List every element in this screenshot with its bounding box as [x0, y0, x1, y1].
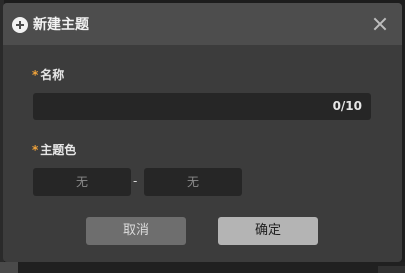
backdrop-corner-left: [0, 262, 18, 273]
theme-color-end-picker[interactable]: 无: [144, 168, 242, 196]
plus-circle-icon: [12, 17, 28, 33]
dialog-title: 新建主题: [33, 17, 89, 33]
required-marker: *: [32, 68, 39, 82]
cancel-button[interactable]: 取消: [86, 217, 186, 245]
name-label: * 名称: [32, 68, 64, 82]
dialog-header: 新建主题: [3, 3, 402, 45]
color-range-separator: -: [133, 174, 138, 188]
theme-color-start-picker[interactable]: 无: [33, 168, 131, 196]
name-label-text: 名称: [40, 68, 65, 82]
theme-color-label-text: 主题色: [40, 143, 77, 157]
confirm-button[interactable]: 确定: [218, 217, 318, 245]
required-marker: *: [32, 143, 39, 157]
close-icon[interactable]: [373, 17, 387, 31]
backdrop-corner-right: [378, 266, 405, 273]
theme-color-label: * 主题色: [32, 143, 76, 157]
name-char-counter: 0/10: [332, 99, 362, 113]
new-theme-dialog: 新建主题 * 名称 0/10 * 主题色 无 - 无 取消 确定: [3, 3, 402, 262]
name-field[interactable]: 0/10: [33, 93, 371, 120]
name-input[interactable]: [39, 93, 329, 120]
backdrop-strip-bottom: [0, 262, 405, 273]
